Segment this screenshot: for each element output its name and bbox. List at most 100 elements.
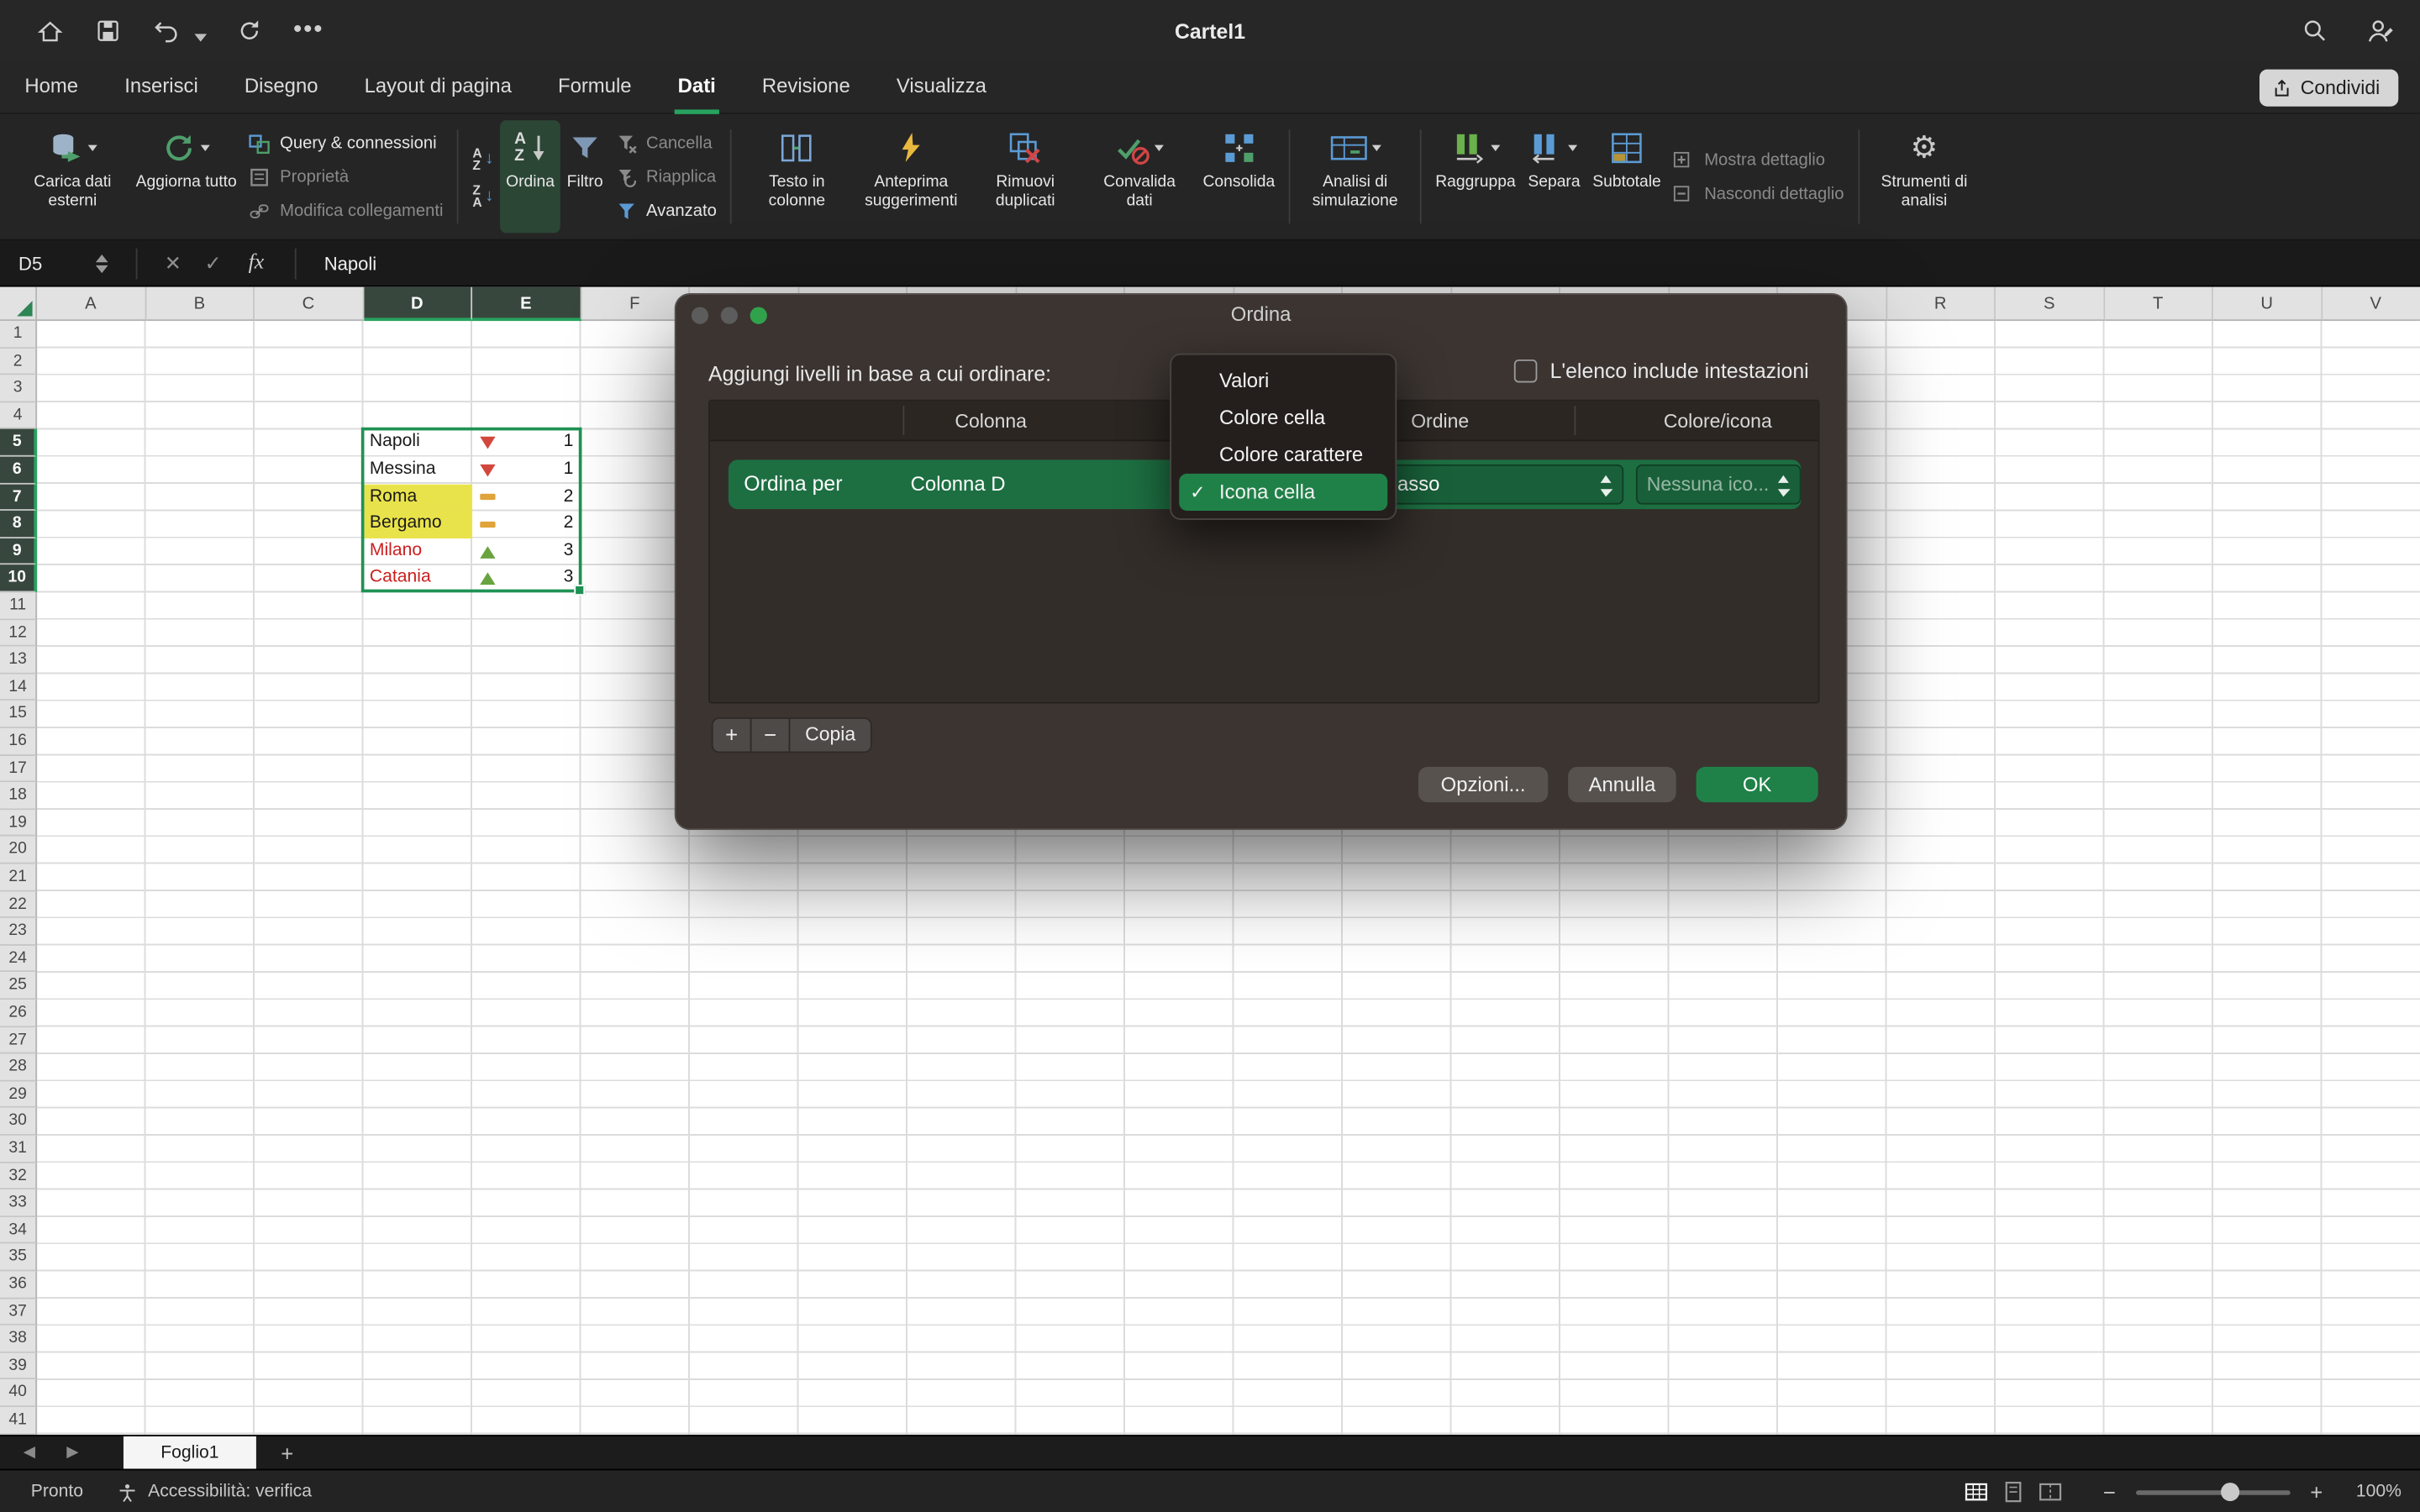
confirm-entry-icon[interactable]: ✓ (193, 250, 234, 275)
row-header-17[interactable]: 17 (0, 755, 37, 782)
nascondi-dettaglio-button[interactable]: Nascondi dettaglio (1673, 180, 1844, 207)
row-header-34[interactable]: 34 (0, 1217, 37, 1244)
cancel-entry-icon[interactable]: ✕ (153, 250, 193, 275)
cell-D10[interactable]: Catania (364, 565, 472, 592)
row-header-22[interactable]: 22 (0, 891, 37, 918)
mostra-dettaglio-button[interactable]: Mostra dettaglio (1673, 146, 1844, 174)
cancella-button[interactable]: Cancella (615, 129, 717, 156)
raggruppa-button[interactable]: Raggruppa (1429, 120, 1522, 233)
row-header-24[interactable]: 24 (0, 946, 37, 973)
sort-az-button[interactable]: AZ ↓ (472, 143, 493, 174)
column-header-B[interactable]: B (146, 287, 255, 321)
query-connessioni-button[interactable]: Query & connessioni (249, 129, 443, 156)
row-header-18[interactable]: 18 (0, 783, 37, 810)
row-header-15[interactable]: 15 (0, 701, 37, 728)
row-header-20[interactable]: 20 (0, 837, 37, 864)
cell-E10[interactable]: 3 (472, 565, 581, 592)
ordina-button[interactable]: AZ Ordina (500, 120, 561, 233)
cancel-button[interactable]: Annulla (1568, 767, 1676, 802)
row-header-31[interactable]: 31 (0, 1136, 37, 1163)
row-header-8[interactable]: 8 (0, 511, 37, 538)
tab-revisione[interactable]: Revisione (759, 61, 853, 113)
cell-E9[interactable]: 3 (472, 538, 581, 565)
column-header-R[interactable]: R (1886, 287, 1995, 321)
riapplica-button[interactable]: Riapplica (615, 163, 717, 191)
row-header-2[interactable]: 2 (0, 348, 37, 375)
formula-content[interactable]: Napoli (324, 252, 377, 274)
sheet-tab-foglio1[interactable]: Foglio1 (124, 1436, 256, 1469)
sheet-nav-forward-icon[interactable]: ▶ (59, 1444, 87, 1461)
row-header-32[interactable]: 32 (0, 1163, 37, 1189)
proprieta-button[interactable]: Proprietà (249, 163, 443, 191)
name-box-spinner[interactable] (96, 254, 108, 272)
row-header-30[interactable]: 30 (0, 1108, 37, 1135)
avanzato-button[interactable]: Avanzato (615, 197, 717, 224)
anteprima-suggerimenti-button[interactable]: Anteprima suggerimenti (854, 120, 968, 233)
column-header-C[interactable]: C (255, 287, 363, 321)
add-sheet-button[interactable]: + (281, 1441, 293, 1465)
row-header-14[interactable]: 14 (0, 674, 37, 701)
convalida-dati-button[interactable]: Convalida dati (1082, 120, 1197, 233)
zoom-out-button[interactable]: − (2103, 1479, 2116, 1504)
row-header-5[interactable]: 5 (0, 429, 37, 456)
column-header-V[interactable]: V (2322, 287, 2420, 321)
tab-visualizza[interactable]: Visualizza (893, 61, 989, 113)
column-header-T[interactable]: T (2104, 287, 2212, 321)
remove-level-button[interactable]: − (751, 719, 790, 752)
carica-dati-esterni-button[interactable]: Carica dati esterni (15, 120, 129, 233)
menu-item-colore-carattere[interactable]: Colore carattere (1179, 437, 1387, 474)
column-header-U[interactable]: U (2213, 287, 2322, 321)
strumenti-di-analisi-button[interactable]: ⚙ Strumenti di analisi (1867, 120, 1981, 233)
tab-layout-di-pagina[interactable]: Layout di pagina (361, 61, 515, 113)
row-header-9[interactable]: 9 (0, 538, 37, 565)
row-header-33[interactable]: 33 (0, 1189, 37, 1216)
row-header-21[interactable]: 21 (0, 864, 37, 891)
search-icon[interactable] (2300, 15, 2331, 46)
row-header-29[interactable]: 29 (0, 1081, 37, 1108)
cell-E8[interactable]: 2 (472, 511, 581, 538)
row-header-38[interactable]: 38 (0, 1326, 37, 1352)
row-header-12[interactable]: 12 (0, 620, 37, 647)
share-button[interactable]: Condividi (2259, 70, 2398, 107)
column-header-F[interactable]: F (581, 287, 690, 321)
has-headers-checkbox[interactable]: L'elenco include intestazioni (1514, 360, 1808, 383)
cell-D9[interactable]: Milano (364, 538, 472, 565)
tab-disegno[interactable]: Disegno (241, 61, 321, 113)
column-header-D[interactable]: D (364, 287, 472, 321)
tab-dati[interactable]: Dati (675, 61, 718, 113)
row-header-16[interactable]: 16 (0, 728, 37, 755)
ok-button[interactable]: OK (1697, 767, 1818, 802)
insert-function-icon[interactable]: fx (233, 250, 279, 275)
color-icon-select[interactable]: Nessuna ico... (1636, 465, 1802, 505)
row-header-25[interactable]: 25 (0, 973, 37, 1000)
cell-D5[interactable]: Napoli (364, 429, 472, 456)
row-header-39[interactable]: 39 (0, 1352, 37, 1379)
cell-D8[interactable]: Bergamo (364, 511, 472, 538)
sheet-nav-back-icon[interactable]: ◀ (15, 1444, 43, 1461)
analisi-di-simulazione-button[interactable]: Analisi di simulazione (1298, 120, 1413, 233)
add-level-button[interactable]: + (713, 719, 752, 752)
sort-za-button[interactable]: ZA ↓ (472, 180, 493, 211)
column-header-S[interactable]: S (1996, 287, 2104, 321)
normal-view-icon[interactable] (1964, 1481, 1987, 1503)
row-header-13[interactable]: 13 (0, 647, 37, 674)
row-header-23[interactable]: 23 (0, 918, 37, 945)
zoom-in-button[interactable]: + (2310, 1479, 2323, 1504)
cell-E5[interactable]: 1 (472, 429, 581, 456)
tab-inserisci[interactable]: Inserisci (122, 61, 202, 113)
row-header-41[interactable]: 41 (0, 1407, 37, 1434)
cell-E6[interactable]: 1 (472, 457, 581, 484)
subtotale-button[interactable]: Subtotale (1586, 120, 1667, 233)
zoom-slider[interactable] (2136, 1489, 2291, 1494)
menu-item-valori[interactable]: Valori (1179, 363, 1387, 400)
cell-E7[interactable]: 2 (472, 484, 581, 511)
row-header-10[interactable]: 10 (0, 565, 37, 592)
zoom-slider-knob[interactable] (2221, 1482, 2239, 1500)
row-header-7[interactable]: 7 (0, 484, 37, 511)
column-header-A[interactable]: A (37, 287, 145, 321)
menu-item-icona-cella[interactable]: ✓Icona cella (1179, 474, 1387, 511)
modifica-collegamenti-button[interactable]: Modifica collegamenti (249, 197, 443, 224)
row-header-37[interactable]: 37 (0, 1299, 37, 1326)
separa-button[interactable]: Separa (1522, 120, 1586, 233)
row-header-6[interactable]: 6 (0, 457, 37, 484)
